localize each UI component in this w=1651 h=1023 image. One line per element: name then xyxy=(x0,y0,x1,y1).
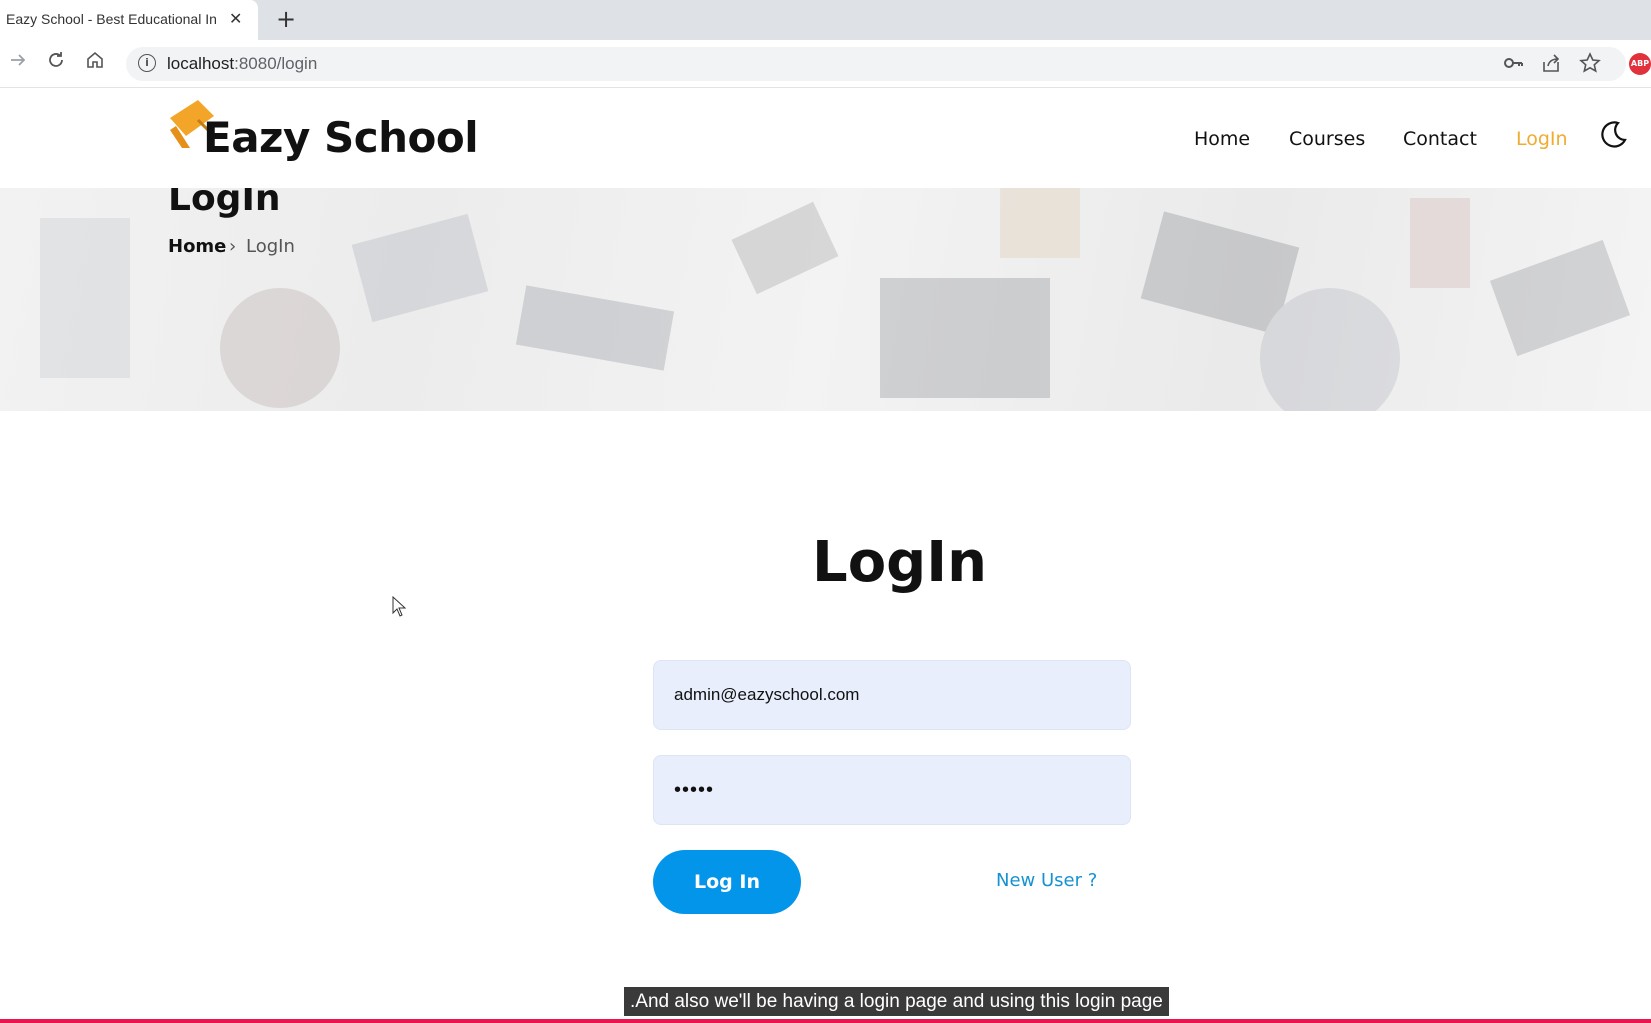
video-progress-bar[interactable] xyxy=(0,1019,1651,1023)
star-icon[interactable] xyxy=(1579,52,1601,79)
home-icon[interactable] xyxy=(85,50,105,75)
login-button[interactable]: Log In xyxy=(653,850,801,914)
page-title: LogIn xyxy=(168,188,281,219)
mouse-cursor-icon xyxy=(392,596,407,617)
key-icon[interactable] xyxy=(1502,52,1524,79)
breadcrumb-current: LogIn xyxy=(246,236,295,257)
nav-contact[interactable]: Contact xyxy=(1403,128,1477,150)
password-field[interactable]: ••••• xyxy=(653,755,1131,825)
video-caption: .And also we'll be having a login page a… xyxy=(624,987,1169,1016)
email-field[interactable]: admin@eazyschool.com xyxy=(653,660,1131,730)
share-icon[interactable] xyxy=(1540,52,1562,79)
url-text[interactable]: localhost:8080/login xyxy=(167,54,317,74)
page-hero-banner: LogIn Home › LogIn xyxy=(0,188,1651,411)
reload-icon[interactable] xyxy=(46,50,66,75)
brand-logo-text[interactable]: Eazy School xyxy=(203,113,479,162)
adblock-icon[interactable]: ABP xyxy=(1629,53,1651,75)
site-header: Eazy School Home Courses Contact LogIn xyxy=(0,88,1651,188)
tab-title: Eazy School - Best Educational In xyxy=(6,11,217,27)
browser-tab[interactable]: Eazy School - Best Educational In ✕ xyxy=(0,0,258,40)
info-icon[interactable]: i xyxy=(138,54,156,72)
nav-login[interactable]: LogIn xyxy=(1516,128,1568,150)
nav-courses[interactable]: Courses xyxy=(1289,128,1365,150)
nav-home[interactable]: Home xyxy=(1194,128,1250,150)
forward-icon[interactable] xyxy=(8,50,28,75)
login-heading: LogIn xyxy=(812,530,987,595)
address-bar[interactable]: i localhost:8080/login xyxy=(126,47,1626,81)
breadcrumb-home-link[interactable]: Home xyxy=(168,236,226,257)
moon-icon[interactable] xyxy=(1596,118,1630,152)
breadcrumb-chevron-icon: › xyxy=(229,236,237,257)
browser-tab-strip: Eazy School - Best Educational In ✕ + xyxy=(0,0,1651,40)
close-tab-icon[interactable]: ✕ xyxy=(229,9,242,28)
browser-toolbar: i localhost:8080/login ABP xyxy=(0,40,1651,88)
new-tab-icon[interactable]: + xyxy=(276,5,296,33)
new-user-link[interactable]: New User ? xyxy=(996,870,1097,891)
graduation-photo-background xyxy=(40,188,1631,411)
